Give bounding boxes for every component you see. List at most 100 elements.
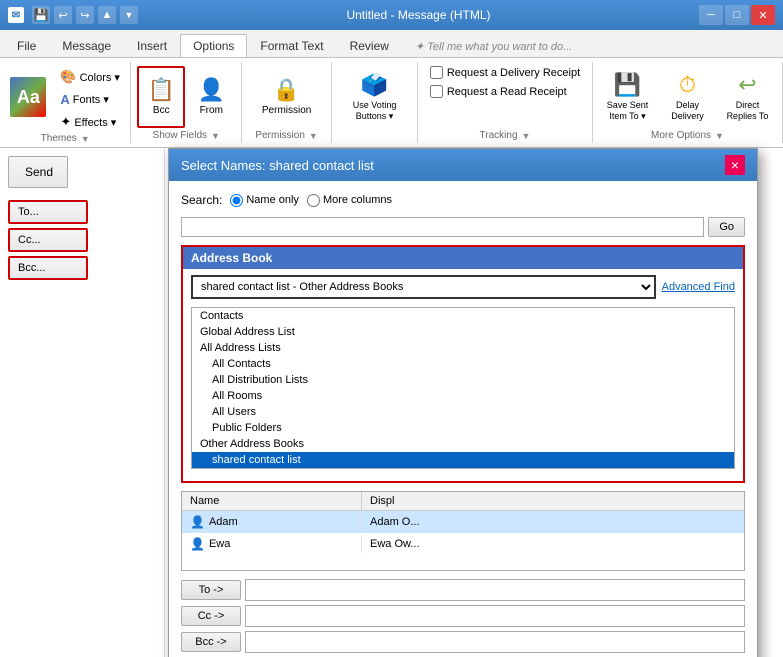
dropdown-all-dist[interactable]: All Distribution Lists <box>192 372 734 388</box>
disp-col-header[interactable]: Displ <box>362 492 402 510</box>
address-book-dropdown-row: shared contact list - Other Address Book… <box>191 275 735 299</box>
bcc-button[interactable]: 📋 Bcc <box>137 66 185 128</box>
themes-group: Aa 🎨 Colors ▾ A Fonts ▾ ✦ Effects ▾ <box>0 62 131 143</box>
more-options-expander[interactable]: ▼ <box>715 131 724 141</box>
tab-file[interactable]: File <box>4 34 49 57</box>
radio-more-columns-input[interactable] <box>307 194 320 207</box>
effects-button[interactable]: ✦ Effects ▾ <box>55 111 125 133</box>
read-receipt-label: Request a Read Receipt <box>447 86 567 98</box>
dropdown-other[interactable]: Other Address Books <box>192 436 734 452</box>
bcc-label: Bcc <box>153 105 170 117</box>
name-col-header[interactable]: Name <box>182 492 362 510</box>
delivery-receipt-label: Request a Delivery Receipt <box>447 67 580 79</box>
tab-tell-me[interactable]: ✦ Tell me what you want to do... <box>402 35 585 57</box>
read-receipt-input[interactable] <box>430 85 443 98</box>
bcc-recipient-input[interactable] <box>245 631 745 653</box>
fonts-label: Fonts ▾ <box>73 93 109 106</box>
address-book-select[interactable]: shared contact list - Other Address Book… <box>191 275 656 299</box>
search-input-row: Go <box>181 217 745 237</box>
contact-row-adam[interactable]: 👤 Adam Adam O... <box>182 511 744 533</box>
permission-label: Permission <box>262 105 311 117</box>
radio-more-columns-label: More columns <box>323 194 392 206</box>
minimize-btn[interactable]: ─ <box>699 5 723 25</box>
show-fields-label: Show Fields <box>153 130 207 141</box>
from-icon: 👤 <box>198 77 225 103</box>
go-button[interactable]: Go <box>708 217 745 237</box>
left-panel: Send To... Cc... Bcc... <box>0 148 165 657</box>
effects-icon: ✦ <box>60 114 71 130</box>
dialog-title-bar: Select Names: shared contact list × <box>169 149 757 181</box>
tab-format-text[interactable]: Format Text <box>247 34 336 57</box>
tab-options[interactable]: Options <box>180 34 247 57</box>
dropdown-shared[interactable]: shared contact list <box>192 452 734 468</box>
address-book-header: Address Book <box>183 247 743 269</box>
title-bar: ✉ 💾 ↩ ↪ ▲ ▼ Untitled - Message (HTML) ─ … <box>0 0 783 30</box>
dialog-close-button[interactable]: × <box>725 155 745 175</box>
undo-btn[interactable]: ↩ <box>54 6 72 24</box>
quick-access-dropdown[interactable]: ▼ <box>120 6 138 24</box>
cc-recipient-btn[interactable]: Cc -> <box>181 606 241 626</box>
save-sent-label: Save SentItem To ▾ <box>607 100 649 122</box>
contact-row-ewa[interactable]: 👤 Ewa Ewa Ow... <box>182 533 744 555</box>
cc-recipient-input[interactable] <box>245 605 745 627</box>
dropdown-global[interactable]: Global Address List <box>192 324 734 340</box>
to-recipient-btn[interactable]: To -> <box>181 580 241 600</box>
delivery-receipt-checkbox[interactable]: Request a Delivery Receipt <box>430 66 580 79</box>
redo-btn[interactable]: ↪ <box>76 6 94 24</box>
radio-name-only[interactable]: Name only <box>230 194 299 207</box>
themes-expander[interactable]: ▼ <box>81 134 90 144</box>
app-icon: ✉ <box>8 7 24 23</box>
tracking-expander[interactable]: ▼ <box>522 131 531 141</box>
tab-review[interactable]: Review <box>337 34 402 57</box>
send-button[interactable]: Send <box>8 156 68 188</box>
radio-more-columns[interactable]: More columns <box>307 194 392 207</box>
read-receipt-checkbox[interactable]: Request a Read Receipt <box>430 85 567 98</box>
show-fields-expander[interactable]: ▼ <box>211 131 220 141</box>
dialog-title: Select Names: shared contact list <box>181 158 374 173</box>
to-row: To -> <box>181 579 745 601</box>
search-label: Search: <box>181 193 222 207</box>
voting-button[interactable]: 🗳️ Use VotingButtons ▾ <box>339 66 411 128</box>
fonts-button[interactable]: A Fonts ▾ <box>55 89 125 110</box>
cc-button[interactable]: Cc... <box>8 228 88 252</box>
restore-btn[interactable]: □ <box>725 5 749 25</box>
ewa-name: Ewa <box>209 538 230 550</box>
delivery-receipt-input[interactable] <box>430 66 443 79</box>
from-button[interactable]: 👤 From <box>187 66 235 128</box>
direct-replies-button[interactable]: ↩ DirectReplies To <box>720 66 776 128</box>
to-button[interactable]: To... <box>8 200 88 224</box>
search-text-input[interactable] <box>181 217 704 237</box>
dropdown-all-contacts[interactable]: All Contacts <box>192 356 734 372</box>
ribbon-tabs: File Message Insert Options Format Text … <box>0 30 783 58</box>
dropdown-all-rooms[interactable]: All Rooms <box>192 388 734 404</box>
effects-label: Effects ▾ <box>74 116 116 129</box>
more-options-group: 💾 Save SentItem To ▾ ⏱ DelayDelivery ↩ D… <box>593 62 783 143</box>
up-arrow-btn[interactable]: ▲ <box>98 6 116 24</box>
bcc-recipient-btn[interactable]: Bcc -> <box>181 632 241 652</box>
dropdown-all-users[interactable]: All Users <box>192 404 734 420</box>
tab-message[interactable]: Message <box>49 34 124 57</box>
to-recipient-input[interactable] <box>245 579 745 601</box>
close-btn[interactable]: ✕ <box>751 5 775 25</box>
bcc-button-left[interactable]: Bcc... <box>8 256 88 280</box>
advanced-find-link[interactable]: Advanced Find <box>662 281 735 293</box>
dropdown-all-address[interactable]: All Address Lists <box>192 340 734 356</box>
quick-save-btn[interactable]: 💾 <box>32 6 50 24</box>
window-title: Untitled - Message (HTML) <box>346 8 490 22</box>
permission-button[interactable]: 🔒 Permission <box>255 66 318 128</box>
ewa-display-cell: Ewa Ow... <box>362 536 744 552</box>
save-sent-button[interactable]: 💾 Save SentItem To ▾ <box>600 66 656 128</box>
ribbon: Aa 🎨 Colors ▾ A Fonts ▾ ✦ Effects ▾ <box>0 58 783 148</box>
direct-label: DirectReplies To <box>727 100 769 122</box>
themes-icon: Aa <box>10 77 46 117</box>
permission-expander[interactable]: ▼ <box>309 131 318 141</box>
colors-button[interactable]: 🎨 Colors ▾ <box>55 66 125 88</box>
radio-name-only-input[interactable] <box>230 194 243 207</box>
delay-delivery-button[interactable]: ⏱ DelayDelivery <box>660 66 716 128</box>
bcc-icon: 📋 <box>148 77 175 103</box>
tab-insert[interactable]: Insert <box>124 34 180 57</box>
permission-group: 🔒 Permission Permission ▼ <box>242 62 332 143</box>
dropdown-contacts[interactable]: Contacts <box>192 308 734 324</box>
dropdown-public[interactable]: Public Folders <box>192 420 734 436</box>
themes-button[interactable]: Aa <box>5 66 51 128</box>
